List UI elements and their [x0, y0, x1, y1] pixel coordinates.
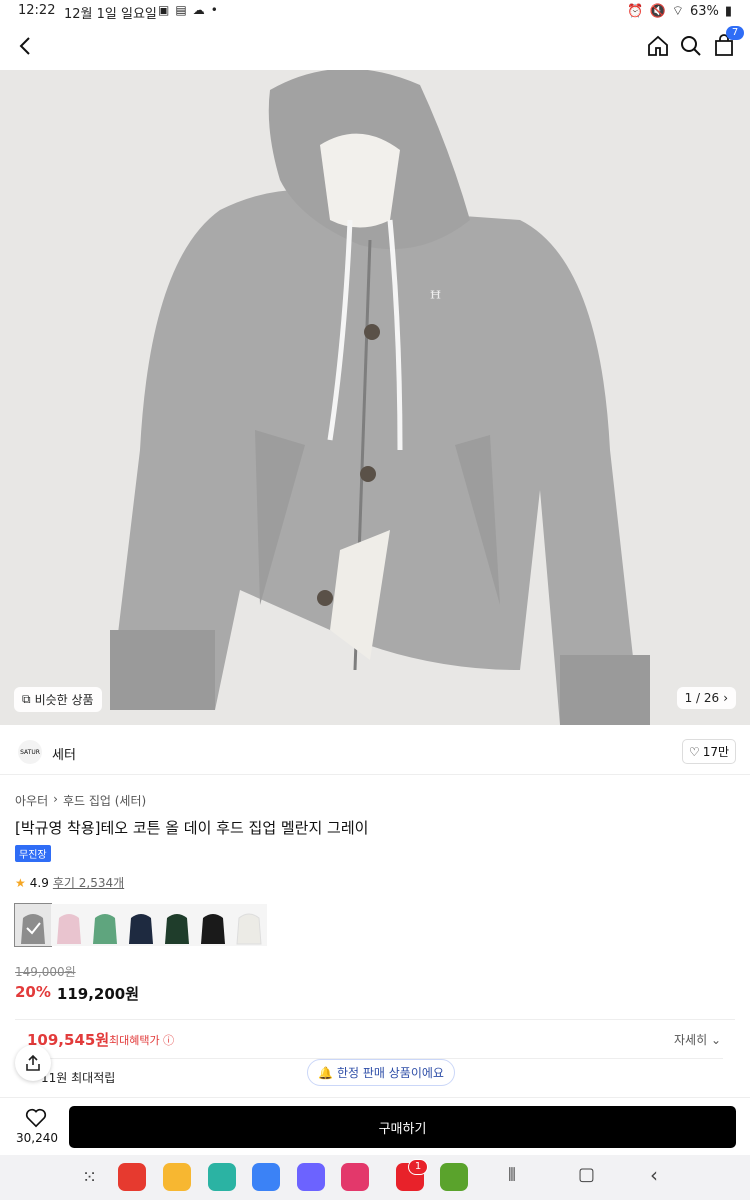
image-counter-text: 1 / 26	[684, 691, 720, 705]
wishlist-button[interactable]: 30,240	[16, 1108, 58, 1145]
buy-button[interactable]: 구매하기	[69, 1106, 736, 1148]
color-swatches	[14, 903, 267, 947]
share-button[interactable]	[15, 1045, 51, 1081]
notification-icons: ▣ ▤ ☁ •	[158, 3, 218, 17]
back-arrow-icon[interactable]	[14, 34, 38, 58]
kt-icon: ▤	[175, 3, 187, 17]
original-price: 149,000원	[15, 965, 76, 979]
detail-link[interactable]: 자세히 ⌄	[674, 1031, 721, 1048]
status-bar: 12:22 12월 1일 일요일 ▣ ▤ ☁ • ⏰ 🔇 ⌔ 63% ▮	[0, 0, 750, 24]
svg-text:ꟸ: ꟸ	[430, 286, 441, 310]
system-nav-bar: ⁙ 1 ⦀ ▢ ‹	[0, 1155, 750, 1200]
dot-icon: •	[210, 3, 218, 17]
alarm-icon: ⏰	[627, 3, 644, 19]
breadcrumb: 아우터 › 후드 집업 (세터)	[15, 792, 146, 809]
recent-apps-icon[interactable]: ⦀	[508, 1165, 516, 1186]
mute-icon: 🔇	[649, 3, 666, 19]
breadcrumb-item[interactable]: 후드 집업 (세터)	[63, 792, 146, 809]
rating-score: 4.9	[29, 875, 49, 890]
cart-button[interactable]: 7	[712, 26, 744, 58]
chevron-right-icon: ›	[53, 792, 58, 806]
star-icon: ★	[15, 875, 26, 890]
product-tag: 무진장	[15, 845, 51, 862]
swatch-image	[195, 904, 231, 946]
search-icon[interactable]	[679, 34, 703, 58]
swatch-image	[159, 904, 195, 946]
heart-icon	[25, 1108, 47, 1128]
similar-products-button[interactable]: ⧉ 비슷한 상품	[14, 687, 102, 712]
cloud-icon: ☁	[192, 3, 205, 17]
app-drawer-icon[interactable]: ⁙	[82, 1167, 97, 1188]
app-icon-flipboard[interactable]	[118, 1163, 146, 1191]
app-icon-internet[interactable]	[297, 1163, 325, 1191]
swatch-image	[231, 904, 267, 946]
swatch-gray[interactable]	[14, 903, 52, 947]
hoodie-illustration: ꟸ	[0, 70, 750, 725]
bell-icon: 🔔	[318, 1065, 333, 1080]
app-icon-game[interactable]	[440, 1163, 468, 1191]
swatch-image	[15, 904, 51, 946]
brand-logo: SATUR	[18, 740, 42, 764]
chevron-down-icon: ⌄	[710, 1033, 721, 1047]
bottom-action-bar: 30,240 구매하기	[0, 1097, 750, 1156]
breadcrumb-item[interactable]: 아우터	[15, 792, 48, 809]
app-icon-flash[interactable]: 1	[396, 1159, 428, 1191]
similar-icon: ⧉	[22, 692, 31, 706]
max-benefit-label: 최대혜택가 ⓘ	[109, 1032, 174, 1048]
product-title: [박규영 착용]테오 코튼 올 데이 후드 집업 멜란지 그레이	[15, 819, 369, 837]
back-nav-icon[interactable]: ‹	[650, 1163, 658, 1187]
swatch-darkgreen[interactable]	[159, 904, 195, 946]
swatch-black[interactable]	[195, 904, 231, 946]
app-icon-messages[interactable]	[252, 1163, 280, 1191]
heart-outline-icon: ♡	[688, 744, 700, 759]
point-info: 11원 최대적립	[41, 1071, 116, 1085]
app-icon-calendar[interactable]	[208, 1163, 236, 1191]
brand-row[interactable]: SATUR 세터 ♡ 17만	[0, 728, 750, 775]
wifi-icon: ⌔	[671, 4, 684, 19]
swatch-image	[51, 904, 87, 946]
top-nav-bar: 7	[0, 24, 750, 70]
info-icon[interactable]: ⓘ	[163, 1034, 174, 1047]
brand-like-button[interactable]: ♡ 17만	[681, 739, 736, 764]
swatch-navy[interactable]	[123, 904, 159, 946]
gallery-icon: ▣	[158, 3, 170, 17]
review-count[interactable]: 후기 2,534개	[53, 874, 124, 891]
swatch-pink[interactable]	[51, 904, 87, 946]
limited-sale-text: 한정 판매 상품이에요	[336, 1066, 444, 1080]
swatch-green[interactable]	[87, 904, 123, 946]
product-image[interactable]: ꟸ ⧉ 비슷한 상품 1 / 26 ›	[0, 70, 750, 725]
share-icon	[26, 1054, 40, 1071]
status-time: 12:22	[18, 3, 56, 18]
home-button-icon[interactable]: ▢	[578, 1164, 595, 1185]
swatch-image	[87, 904, 123, 946]
detail-label: 자세히	[673, 1033, 708, 1047]
similar-label: 비슷한 상품	[34, 693, 94, 707]
wishlist-count: 30,240	[16, 1131, 58, 1145]
rating[interactable]: ★ 4.9 후기 2,534개	[15, 874, 124, 891]
limited-sale-notice[interactable]: 🔔 한정 판매 상품이에요	[307, 1059, 455, 1086]
brand-name[interactable]: 세터	[52, 744, 76, 763]
app-icon-files[interactable]	[163, 1163, 191, 1191]
swatch-ivory[interactable]	[231, 904, 267, 946]
max-benefit-label-text: 최대혜택가	[109, 1034, 160, 1047]
chevron-right-icon: ›	[723, 691, 728, 705]
app-icon-camera[interactable]	[341, 1163, 369, 1191]
system-icons: ⏰ 🔇 ⌔ 63% ▮	[627, 3, 732, 20]
cart-badge: 7	[726, 26, 744, 40]
image-counter[interactable]: 1 / 26 ›	[676, 687, 736, 709]
battery-icon: ▮	[724, 3, 732, 19]
swatch-image	[123, 904, 159, 946]
app-badge: 1	[408, 1159, 428, 1175]
battery-level: 63%	[689, 3, 719, 19]
price-line: 20% 119,200원	[15, 983, 139, 1004]
sale-price: 119,200원	[56, 985, 140, 1003]
status-date: 12월 1일 일요일	[64, 7, 157, 22]
discount-rate: 20%	[15, 983, 51, 1001]
brand-like-count: 17만	[702, 745, 729, 759]
home-icon[interactable]	[646, 34, 670, 58]
